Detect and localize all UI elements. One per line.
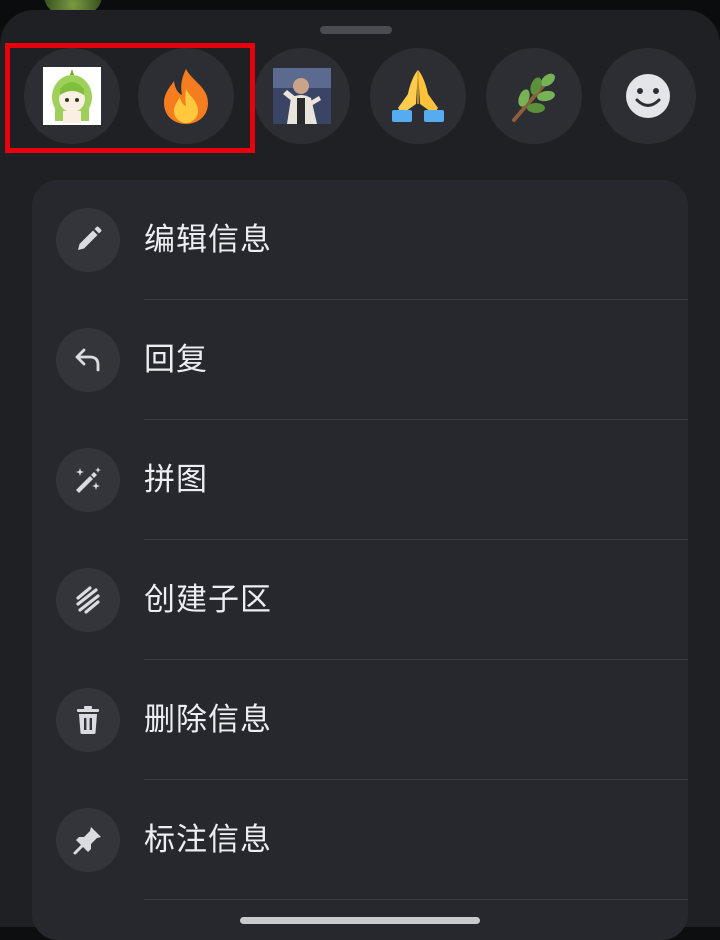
home-indicator <box>240 917 480 924</box>
menu-item-label: 编辑信息 <box>144 222 272 258</box>
menu-item-label: 删除信息 <box>144 702 272 738</box>
drag-handle[interactable] <box>320 26 392 34</box>
reaction-custom-person-photo[interactable] <box>254 48 350 144</box>
menu-item-label: 创建子区 <box>144 582 272 618</box>
folded-hands-icon <box>392 70 444 122</box>
message-action-menu: 编辑信息 回复 拼图 创建子区 删除信息 标注信息 <box>32 180 688 940</box>
menu-item-label: 标注信息 <box>144 822 272 858</box>
pencil-icon <box>56 208 120 272</box>
menu-item-pin-message[interactable]: 标注信息 <box>32 780 688 900</box>
menu-item-label: 回复 <box>144 342 208 378</box>
magic-wand-icon <box>56 448 120 512</box>
divider <box>144 899 688 900</box>
menu-item-label: 拼图 <box>144 462 208 498</box>
trash-icon <box>56 688 120 752</box>
herb-icon <box>512 73 555 122</box>
person-photo-emoji-icon <box>273 68 331 124</box>
menu-item-jigsaw[interactable]: 拼图 <box>32 420 688 540</box>
highlight-annotation-box <box>5 43 255 153</box>
add-reaction-button[interactable] <box>600 48 696 144</box>
menu-item-create-thread[interactable]: 创建子区 <box>32 540 688 660</box>
menu-item-reply[interactable]: 回复 <box>32 300 688 420</box>
smiley-icon <box>626 74 670 118</box>
menu-item-edit-message[interactable]: 编辑信息 <box>32 180 688 300</box>
reply-arrow-icon <box>56 328 120 392</box>
reaction-herb[interactable] <box>486 48 582 144</box>
reaction-folded-hands[interactable] <box>370 48 466 144</box>
thread-icon <box>56 568 120 632</box>
menu-item-delete-message[interactable]: 删除信息 <box>32 660 688 780</box>
pin-icon <box>56 808 120 872</box>
